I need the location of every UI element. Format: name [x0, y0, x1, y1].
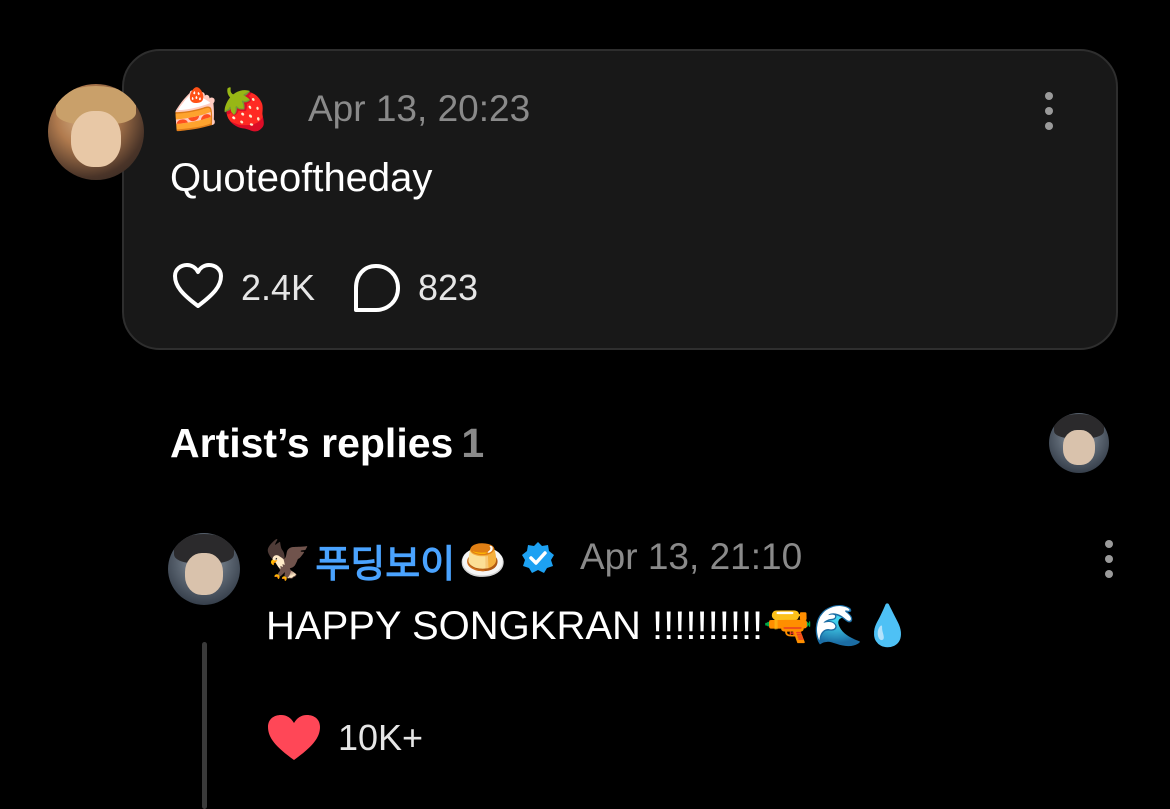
- post-like-count: 2.4K: [241, 267, 316, 308]
- heart-icon[interactable]: [172, 262, 224, 310]
- section-reply-count: 1: [461, 420, 485, 466]
- eagle-emoji: 🦅: [264, 538, 312, 582]
- reply-text: HAPPY SONGKRAN !!!!!!!!!!🔫🌊💧: [266, 604, 913, 648]
- post-more-icon[interactable]: [1045, 92, 1055, 137]
- reply-more-icon[interactable]: [1105, 540, 1115, 585]
- post-author-emoji-name[interactable]: 🍰🍓: [170, 86, 270, 134]
- reply-author-name-text: 푸딩보이: [315, 544, 456, 586]
- section-title: Artist’s replies 1: [170, 420, 484, 467]
- section-title-label: Artist’s replies: [170, 420, 454, 466]
- thread-line: [202, 642, 207, 809]
- reply-author-name[interactable]: 🦅 푸딩보이 🍮: [264, 533, 507, 588]
- reply-like-count: 10K+: [338, 717, 424, 758]
- reply-timestamp: Apr 13, 21:10: [580, 536, 803, 577]
- pudding-emoji: 🍮: [459, 538, 507, 582]
- post-comment-count: 823: [418, 267, 479, 308]
- post-text: Quoteoftheday: [170, 156, 433, 200]
- comment-icon[interactable]: [350, 262, 402, 314]
- reply-author-avatar[interactable]: [168, 533, 240, 605]
- heart-filled-icon[interactable]: [266, 713, 322, 763]
- post-timestamp: Apr 13, 20:23: [308, 88, 531, 129]
- verified-badge-icon: [522, 542, 554, 573]
- artist-avatar[interactable]: [1049, 413, 1109, 473]
- post-author-avatar[interactable]: [48, 84, 144, 180]
